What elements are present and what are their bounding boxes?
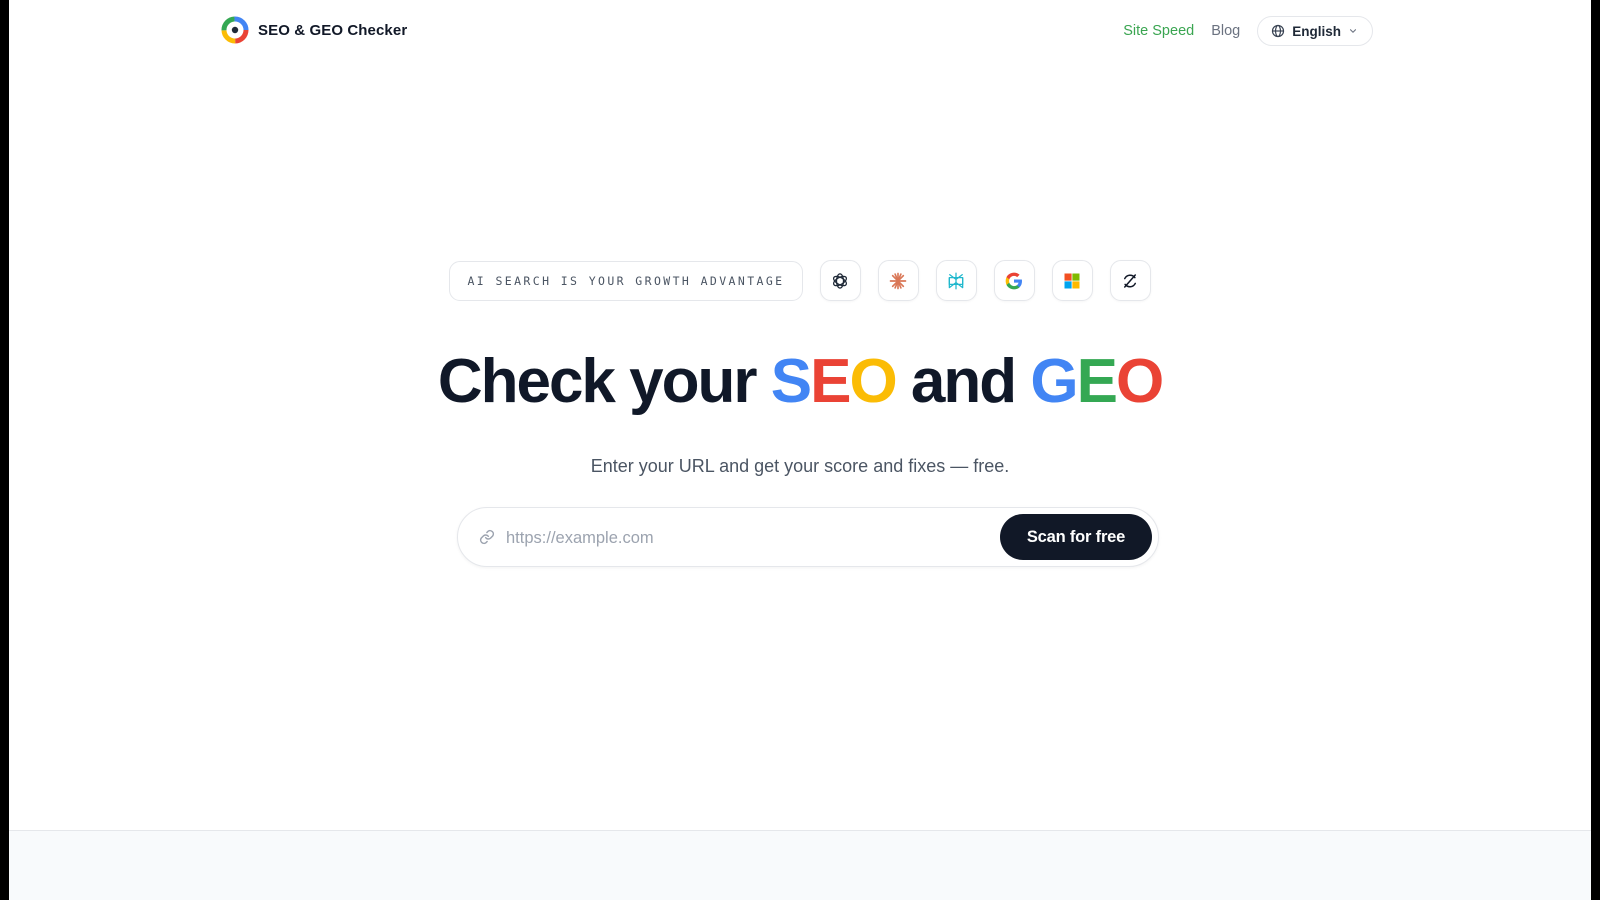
microsoft-icon <box>1064 273 1080 288</box>
brand-logo-icon <box>221 16 249 44</box>
top-nav: Site Speed Blog English <box>1123 16 1373 46</box>
claude-icon <box>889 272 907 289</box>
headline-seo-o: O <box>849 347 897 416</box>
url-scan-form: Scan for free <box>457 507 1159 567</box>
page: SEO & GEO Checker Site Speed Blog Englis… <box>9 0 1591 900</box>
globe-icon <box>1272 24 1285 38</box>
refresh-icon <box>1124 273 1136 288</box>
next-section-band <box>9 830 1591 900</box>
headline-geo-e: E <box>1076 347 1118 416</box>
hero-subtitle: Enter your URL and get your score and fi… <box>590 456 1010 476</box>
nav-link-blog[interactable]: Blog <box>1211 23 1240 39</box>
language-selector[interactable]: English <box>1257 16 1373 46</box>
nav-link-site-speed[interactable]: Site Speed <box>1123 23 1194 39</box>
grok-badge <box>1109 260 1151 301</box>
claude-badge <box>877 260 919 301</box>
headline-middle: and <box>895 347 1031 416</box>
google-badge <box>993 260 1035 301</box>
openai-badge <box>819 260 861 301</box>
tagline-pill: AI SEARCH IS YOUR GROWTH ADVANTAGE <box>449 260 803 301</box>
hero-headline: Check your SEO and GEO <box>9 346 1591 418</box>
perplexity-badge <box>935 260 977 301</box>
headline-seo-s: S <box>770 347 812 416</box>
openai-icon <box>832 272 848 289</box>
headline-seo-e: E <box>810 347 851 416</box>
headline-geo-o: O <box>1115 347 1164 416</box>
site-header: SEO & GEO Checker Site Speed Blog Englis… <box>9 0 1591 62</box>
chevron-down-icon <box>1349 29 1357 33</box>
brand-home-link[interactable]: SEO & GEO Checker <box>221 16 407 44</box>
headline-prefix: Check your <box>437 347 771 416</box>
microsoft-badge <box>1051 260 1093 301</box>
google-icon <box>1005 272 1022 289</box>
language-label: English <box>1292 23 1341 39</box>
ai-engines-row: AI SEARCH IS YOUR GROWTH ADVANTAGE <box>9 260 1591 301</box>
link-icon <box>479 529 495 545</box>
scan-button[interactable]: Scan for free <box>1000 514 1152 560</box>
headline-geo-g: G <box>1030 347 1078 416</box>
url-input[interactable] <box>504 522 978 554</box>
perplexity-icon <box>948 272 964 289</box>
brand-name: SEO & GEO Checker <box>258 21 408 39</box>
